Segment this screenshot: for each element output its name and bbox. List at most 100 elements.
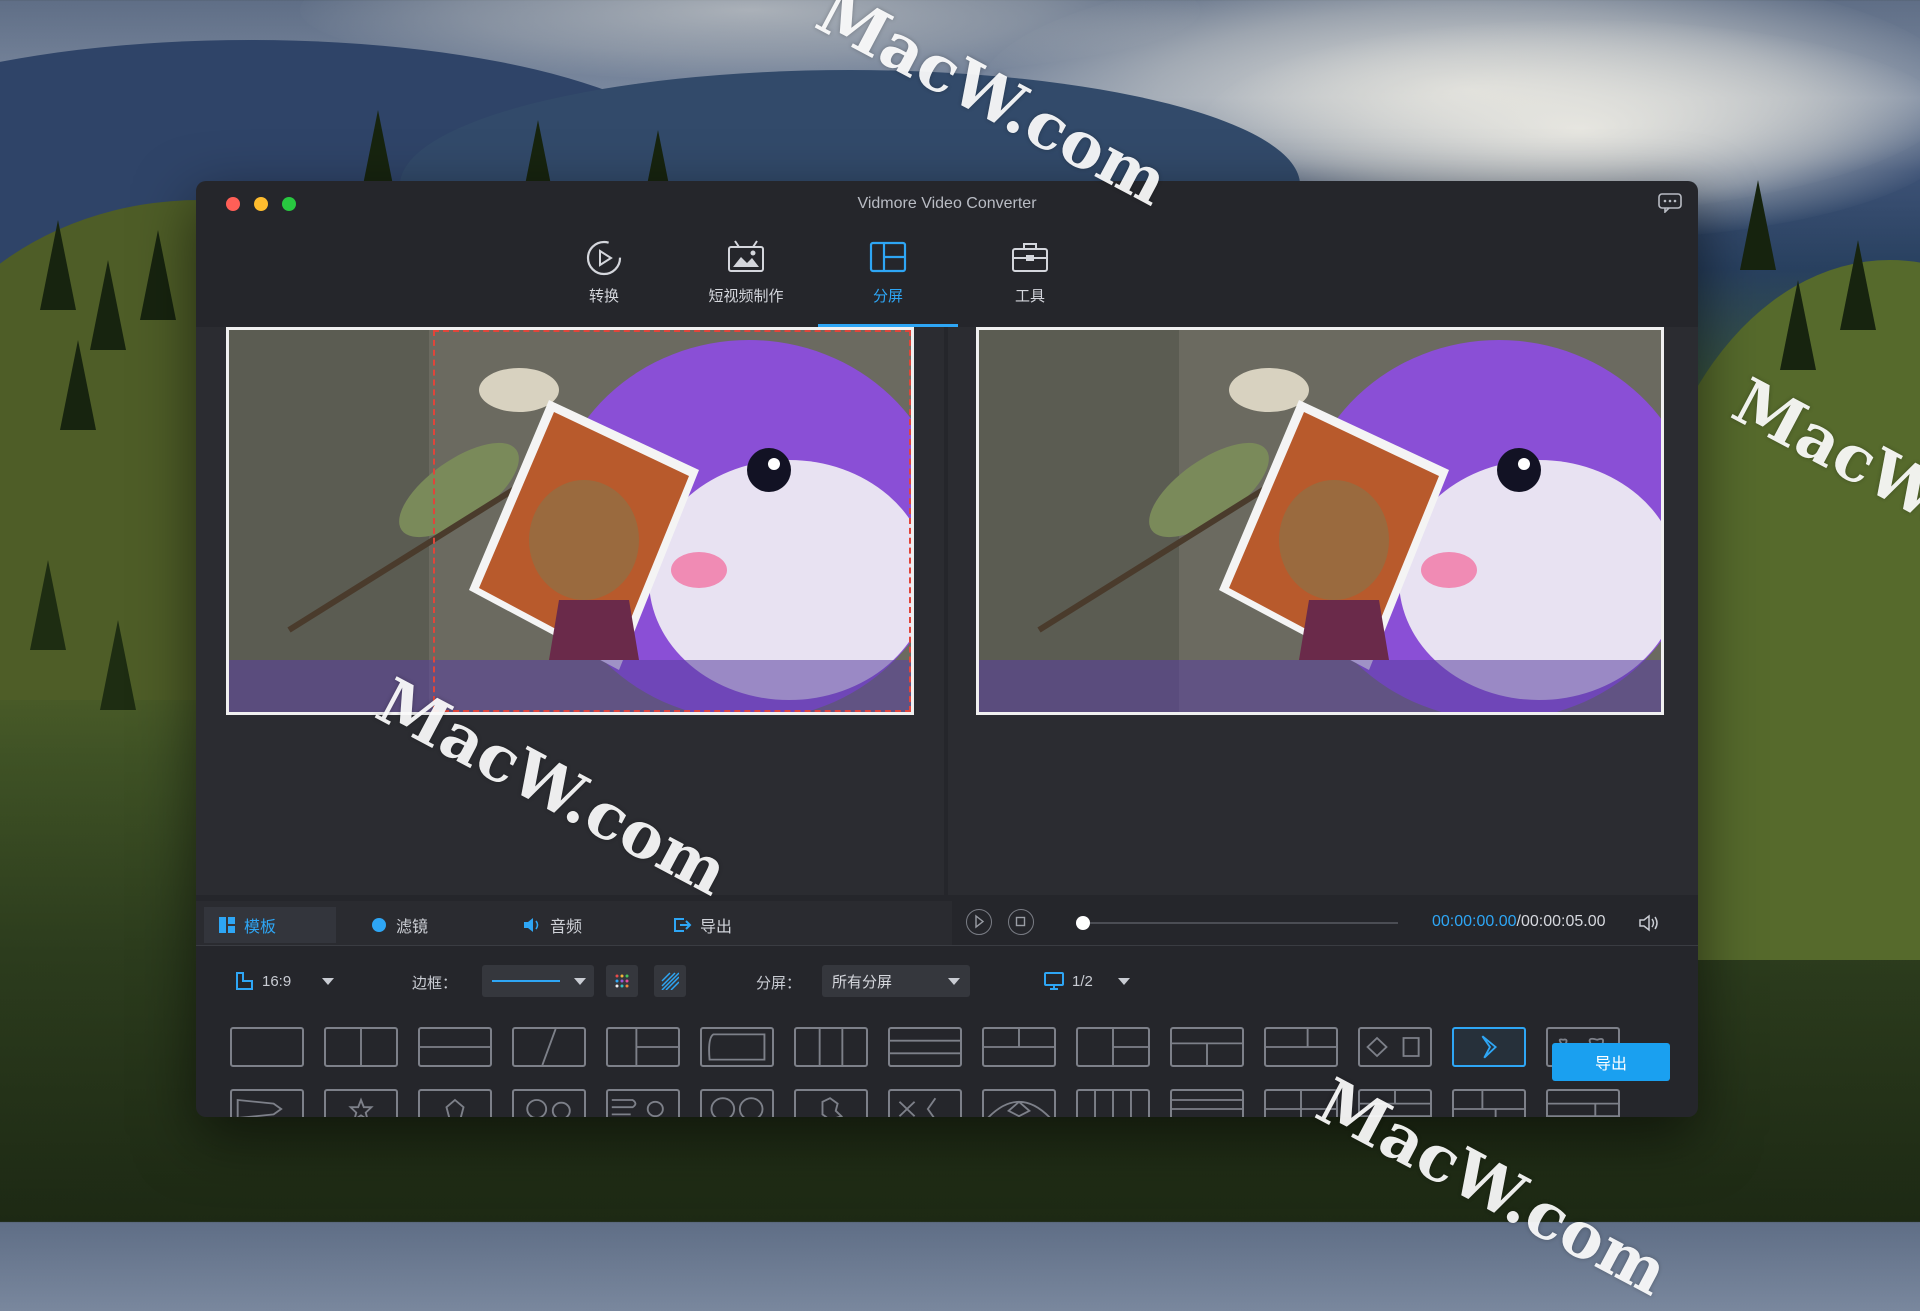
template-layout-icon	[232, 1029, 302, 1065]
tab-mv[interactable]: 短视频制作	[676, 233, 816, 327]
template-option[interactable]	[1546, 1089, 1620, 1117]
watermark: MacW.com	[1720, 364, 1920, 611]
aspect-ratio-select[interactable]: 16:9	[234, 965, 344, 997]
template-layout-icon	[1548, 1102, 1618, 1117]
tab-toolbox[interactable]: 工具	[960, 233, 1100, 327]
template-icon	[219, 917, 235, 933]
chevron-down-icon	[574, 978, 586, 985]
monitor-icon	[1044, 972, 1064, 990]
title-bar: Vidmore Video Converter	[196, 181, 1698, 227]
template-option[interactable]	[230, 1027, 304, 1067]
stop-button[interactable]	[1008, 909, 1034, 935]
template-option[interactable]	[1452, 1027, 1526, 1067]
template-layout-icon	[635, 1029, 678, 1065]
template-option[interactable]	[512, 1027, 586, 1067]
template-layout-icon	[1360, 1091, 1430, 1117]
play-button[interactable]	[966, 909, 992, 935]
template-layout-icon	[236, 1099, 283, 1117]
tab-convert[interactable]: 转换	[534, 233, 674, 327]
template-option[interactable]	[1170, 1089, 1244, 1117]
template-layout-icon	[360, 1029, 362, 1065]
chat-bubble-icon[interactable]	[1658, 193, 1682, 213]
template-layout-icon	[890, 1039, 960, 1055]
template-option[interactable]	[230, 1089, 304, 1117]
chevron-down-icon	[322, 978, 334, 985]
template-layout-icon	[420, 1046, 490, 1048]
subtab-export[interactable]: 导出	[658, 907, 746, 943]
tab-collage-label: 分屏	[872, 288, 903, 305]
time-total: /00:00:05.00	[1516, 913, 1606, 930]
template-option[interactable]	[1264, 1089, 1338, 1117]
template-option[interactable]	[512, 1089, 586, 1117]
border-style-select[interactable]	[482, 965, 594, 997]
template-option[interactable]	[606, 1089, 680, 1117]
export-button[interactable]: 导出	[1552, 1043, 1670, 1081]
template-option[interactable]	[418, 1027, 492, 1067]
subtab-template[interactable]: 模板	[204, 907, 336, 943]
aspect-ratio-icon	[236, 972, 253, 990]
border-color-button[interactable]	[606, 965, 638, 997]
audio-icon	[524, 918, 539, 932]
subtab-filter-label: 滤镜	[396, 919, 429, 936]
chevron-down-icon	[1118, 978, 1130, 985]
options-row: 16:9 边框： 分屏： 所有分屏 1/2	[196, 965, 1698, 997]
collage-icon	[869, 241, 907, 273]
template-layout-icon	[445, 1098, 465, 1117]
time-display: 00:00:00.00/00:00:05.00	[1432, 913, 1606, 931]
filter-icon	[372, 918, 386, 932]
app-window: Vidmore Video Converter 转换 短视频制作 分屏 工具 模…	[196, 181, 1698, 1117]
template-layout-icon	[987, 1100, 1051, 1117]
hatch-pattern-icon	[661, 972, 679, 990]
player-controls: 00:00:00.00/00:00:05.00	[948, 901, 1698, 945]
template-option[interactable]	[794, 1089, 868, 1117]
split-filter-value: 所有分屏	[832, 973, 893, 991]
template-option[interactable]	[324, 1027, 398, 1067]
edit-preview[interactable]	[226, 327, 914, 715]
template-option[interactable]	[418, 1089, 492, 1117]
subtab-filter[interactable]: 滤镜	[356, 907, 442, 943]
template-option[interactable]	[1264, 1027, 1338, 1067]
split-filter-select[interactable]: 所有分屏	[822, 965, 970, 997]
template-option[interactable]	[982, 1089, 1056, 1117]
border-label: 边框：	[412, 975, 458, 992]
volume-icon[interactable]	[1638, 913, 1662, 933]
template-option[interactable]	[700, 1027, 774, 1067]
template-option[interactable]	[794, 1027, 868, 1067]
template-option[interactable]	[1076, 1089, 1150, 1117]
template-layout-icon	[1454, 1091, 1524, 1117]
window-title: Vidmore Video Converter	[857, 195, 1037, 212]
chevron-down-icon	[948, 978, 960, 985]
template-option[interactable]	[324, 1089, 398, 1117]
template-layout-icon	[710, 1097, 764, 1117]
template-layout-icon	[1094, 1091, 1132, 1117]
edit-subtabs: 模板 滤镜 音频 导出	[196, 901, 952, 945]
template-option[interactable]	[1358, 1027, 1432, 1067]
screen-select[interactable]: 1/2	[1044, 965, 1144, 997]
template-option[interactable]	[606, 1027, 680, 1067]
template-option[interactable]	[1170, 1027, 1244, 1067]
border-line-preview	[492, 980, 560, 982]
template-layout-icon	[1172, 1099, 1242, 1110]
timeline-knob[interactable]	[1076, 916, 1090, 930]
template-layout-icon	[1481, 1035, 1498, 1059]
result-pane	[948, 327, 1698, 895]
subtab-audio[interactable]: 音频	[508, 907, 596, 943]
main-nav: 转换 短视频制作 分屏 工具	[196, 233, 1698, 327]
timeline-track[interactable]	[1082, 922, 1398, 924]
toolbox-icon	[1012, 243, 1048, 272]
template-layout-icon	[1366, 1036, 1420, 1058]
tab-collage[interactable]: 分屏	[818, 233, 958, 327]
tab-convert-label: 转换	[588, 288, 619, 305]
template-layout-icon	[708, 1033, 766, 1061]
template-option[interactable]	[888, 1089, 962, 1117]
template-option[interactable]	[700, 1089, 774, 1117]
template-option[interactable]	[1452, 1089, 1526, 1117]
template-option[interactable]	[1358, 1089, 1432, 1117]
result-preview	[976, 327, 1664, 715]
template-option[interactable]	[982, 1027, 1056, 1067]
template-option[interactable]	[888, 1027, 962, 1067]
template-option[interactable]	[1076, 1027, 1150, 1067]
template-layout-icon	[1266, 1029, 1336, 1048]
border-pattern-button[interactable]	[654, 965, 686, 997]
color-grid-icon	[615, 974, 629, 988]
